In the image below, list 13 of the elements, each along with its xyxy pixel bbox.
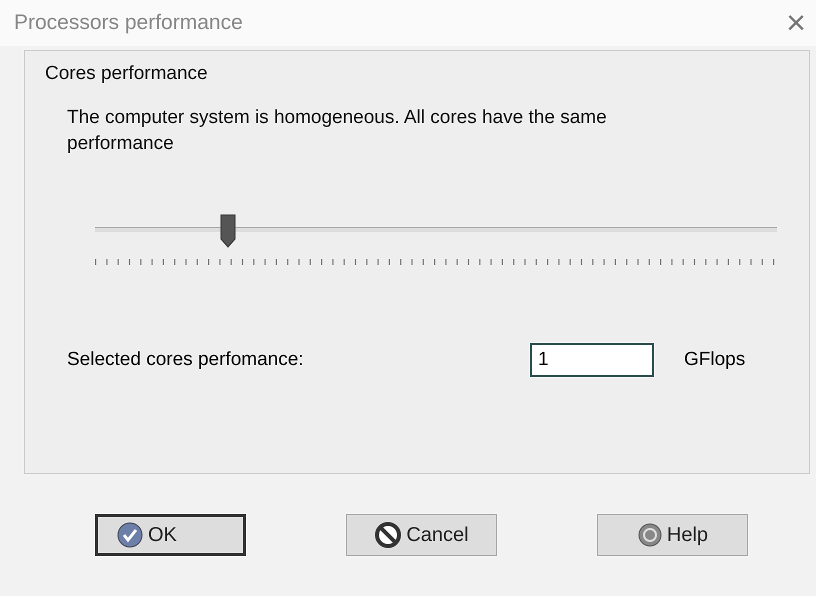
unit-label: GFlops bbox=[684, 349, 746, 371]
field-label: Selected cores perfomance: bbox=[67, 349, 305, 371]
help-button[interactable]: Help bbox=[597, 514, 748, 556]
close-button[interactable]: × bbox=[782, 6, 810, 40]
description-text: The computer system is homogeneous. All cores have the same performance bbox=[67, 106, 608, 156]
ok-button[interactable]: OK bbox=[95, 514, 246, 556]
prohibited-icon bbox=[374, 521, 402, 549]
cancel-button[interactable]: Cancel bbox=[346, 514, 497, 556]
window-title: Processors performance bbox=[14, 11, 243, 35]
check-icon bbox=[116, 521, 144, 549]
slider-thumb[interactable] bbox=[220, 214, 236, 248]
group-title: Cores performance bbox=[45, 63, 209, 85]
performance-field[interactable]: 1 bbox=[530, 343, 654, 377]
